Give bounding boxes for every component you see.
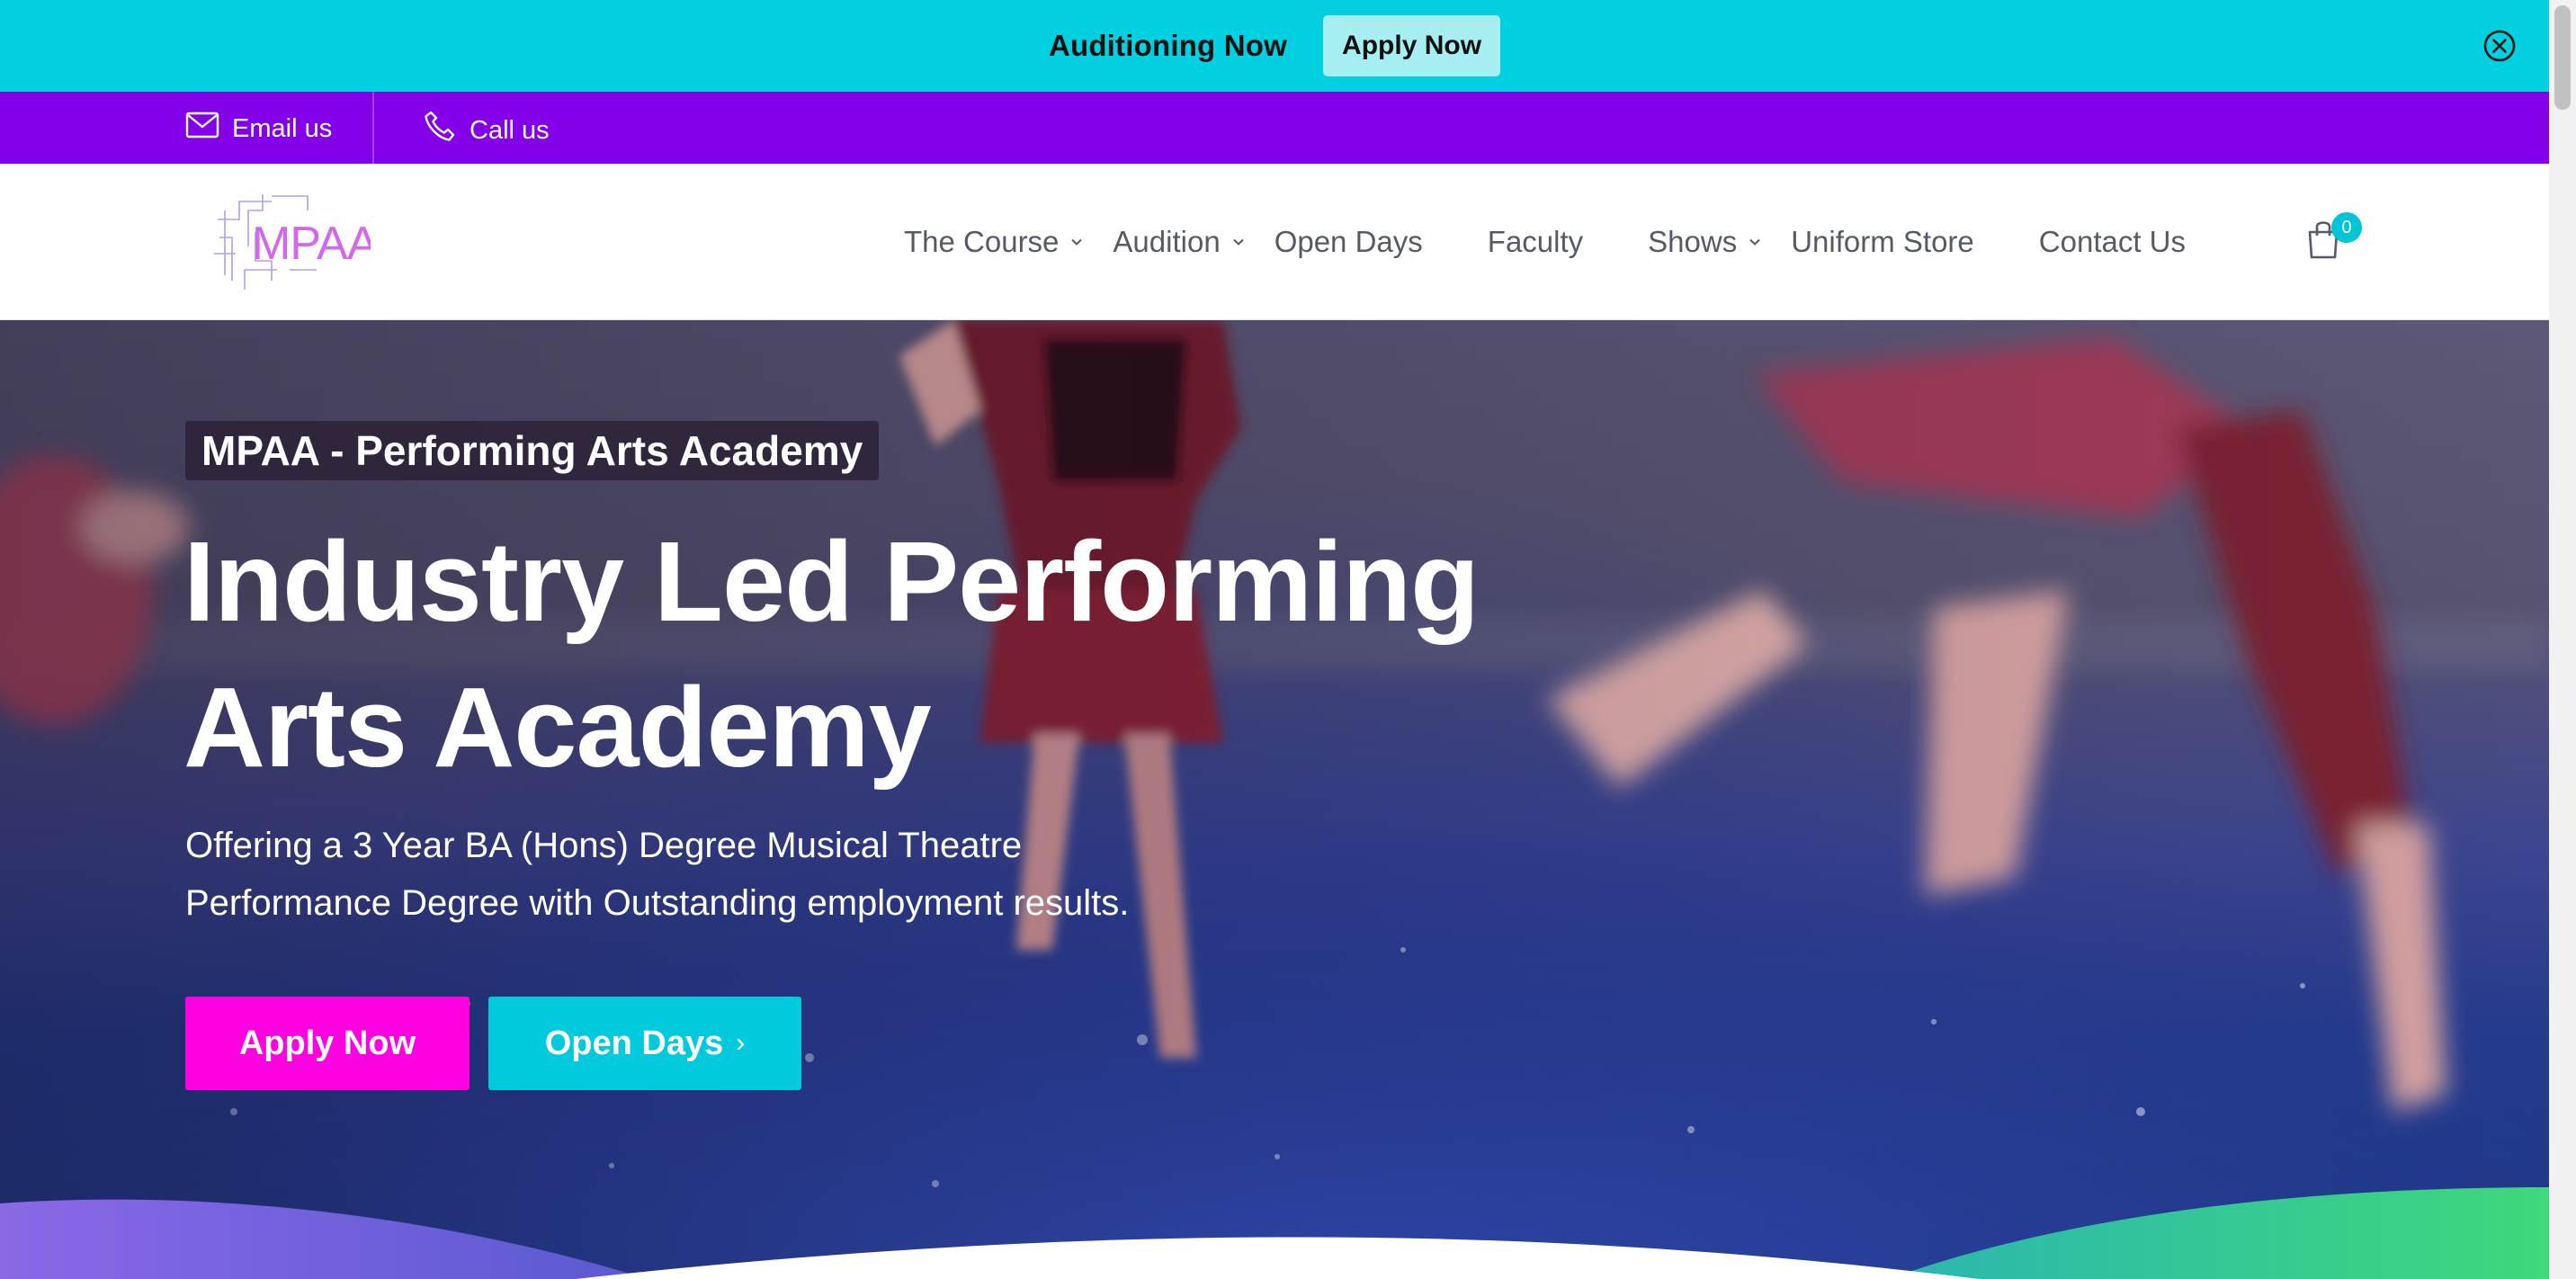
email-us-link[interactable]: Email us (185, 112, 332, 146)
hero-title: Industry Led Performing Arts Academy (183, 509, 1713, 800)
nav-item-uniform-store[interactable]: Uniform Store (1791, 225, 1974, 259)
nav-label: Shows (1648, 225, 1738, 258)
hero-subtitle-line2: Performance Degree with Outstanding empl… (185, 883, 1130, 923)
site-logo[interactable]: MPAA (209, 183, 380, 299)
nav-item-faculty[interactable]: Faculty (1488, 225, 1583, 259)
email-us-label: Email us (232, 113, 333, 143)
chevron-right-icon: › (736, 1028, 746, 1058)
hero-bottom-wave (0, 1187, 2549, 1279)
hero-subtitle: Offering a 3 Year BA (Hons) Degree Music… (185, 817, 1355, 932)
announcement-bar: Auditioning Now Apply Now (0, 0, 2549, 92)
main-nav: The Course Audition Open Days Faculty Sh… (904, 164, 2250, 320)
envelope-icon (185, 112, 232, 146)
nav-item-audition[interactable]: Audition (1113, 225, 1245, 259)
nav-item-shows[interactable]: Shows (1648, 225, 1762, 259)
contact-bar: Email us Call us (0, 92, 2549, 164)
site-header: MPAA The Course Audition Open Days Facul… (0, 164, 2549, 320)
chevron-down-icon (1232, 238, 1244, 246)
scrollbar-thumb[interactable] (2554, 5, 2571, 110)
nav-item-contact-us[interactable]: Contact Us (2039, 225, 2186, 259)
nav-item-open-days[interactable]: Open Days (1275, 225, 1423, 259)
contact-divider (372, 92, 374, 164)
hero-section: MPAA - Performing Arts Academy Industry … (0, 320, 2549, 1279)
hero-subtitle-line1: Offering a 3 Year BA (Hons) Degree Music… (185, 826, 1023, 865)
nav-label: The Course (904, 225, 1060, 258)
call-us-link[interactable]: Call us (423, 110, 550, 151)
page-scrollbar[interactable] (2549, 0, 2576, 1279)
nav-label: Faculty (1487, 225, 1584, 258)
open-days-label: Open Days (544, 1024, 724, 1062)
announcement-text: Auditioning Now (1048, 29, 1288, 62)
phone-icon (423, 110, 470, 151)
chevron-down-icon (1071, 238, 1083, 246)
nav-label: Contact Us (2038, 225, 2187, 258)
cart-count-badge: 0 (2331, 212, 2362, 243)
call-us-label: Call us (470, 115, 550, 145)
nav-label: Audition (1113, 225, 1221, 258)
nav-label: Uniform Store (1791, 225, 1974, 258)
svg-text:MPAA: MPAA (252, 218, 371, 270)
apply-now-button[interactable]: Apply Now (185, 997, 470, 1090)
hero-title-line1: Industry Led Performing (183, 518, 1480, 645)
nav-label: Open Days (1274, 225, 1423, 258)
close-icon[interactable] (2482, 29, 2517, 63)
chevron-down-icon (1749, 238, 1760, 246)
nav-item-the-course[interactable]: The Course (904, 225, 1084, 259)
open-days-button[interactable]: Open Days › (488, 997, 801, 1090)
hero-tagline: MPAA - Performing Arts Academy (185, 421, 880, 480)
hero-title-line2: Arts Academy (183, 664, 932, 791)
announcement-apply-button[interactable]: Apply Now (1323, 15, 1501, 76)
